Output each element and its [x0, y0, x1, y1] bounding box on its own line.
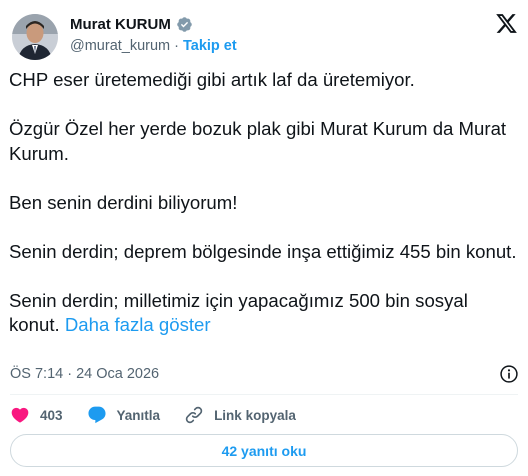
link-icon [185, 406, 203, 424]
avatar[interactable] [12, 14, 58, 60]
verified-badge-icon [177, 17, 192, 32]
tweet-timestamp[interactable]: ÖS 7:14 · 24 Oca 2026 [10, 366, 159, 382]
tweet-header: Murat KURUM @murat_kurum · Takip et [10, 8, 520, 62]
tweet-paragraph: Özgür Özel her yerde bozuk plak gibi Mur… [9, 118, 507, 164]
like-count: 403 [40, 407, 63, 423]
tweet-paragraph: CHP eser üretemediği gibi artık laf da ü… [9, 69, 415, 90]
tweet-paragraph: Ben senin derdini biliyorum! [9, 191, 238, 213]
action-bar: 403 Yanıtla Link kopyala [10, 402, 320, 428]
x-logo-icon[interactable] [495, 12, 518, 35]
like-button[interactable]: 403 [10, 405, 63, 425]
copy-link-label: Link kopyala [214, 407, 296, 423]
read-replies-button[interactable]: 42 yanıtı oku [10, 434, 518, 467]
author-name[interactable]: Murat KURUM [70, 16, 171, 33]
tweet-paragraph-last: Senin derdin; milletimiz için yapacağımı… [9, 289, 521, 338]
divider [10, 394, 518, 395]
show-more-link[interactable]: Daha fazla göster [65, 314, 211, 335]
heart-icon [11, 407, 29, 423]
tweet-paragraph: Senin derdin; deprem bölgesinde inşa ett… [9, 240, 517, 262]
reply-button[interactable]: Yanıtla [87, 405, 161, 425]
tweet-text: CHP eser üretemediği gibi artık laf da ü… [9, 68, 521, 338]
reply-bubble-icon [87, 406, 106, 424]
author-handle[interactable]: @murat_kurum [70, 38, 170, 54]
copy-link-button[interactable]: Link kopyala [184, 405, 296, 425]
handle-separator: · [174, 38, 179, 54]
follow-button[interactable]: Takip et [183, 38, 237, 54]
reply-label: Yanıtla [116, 407, 161, 423]
info-icon[interactable] [499, 364, 519, 384]
